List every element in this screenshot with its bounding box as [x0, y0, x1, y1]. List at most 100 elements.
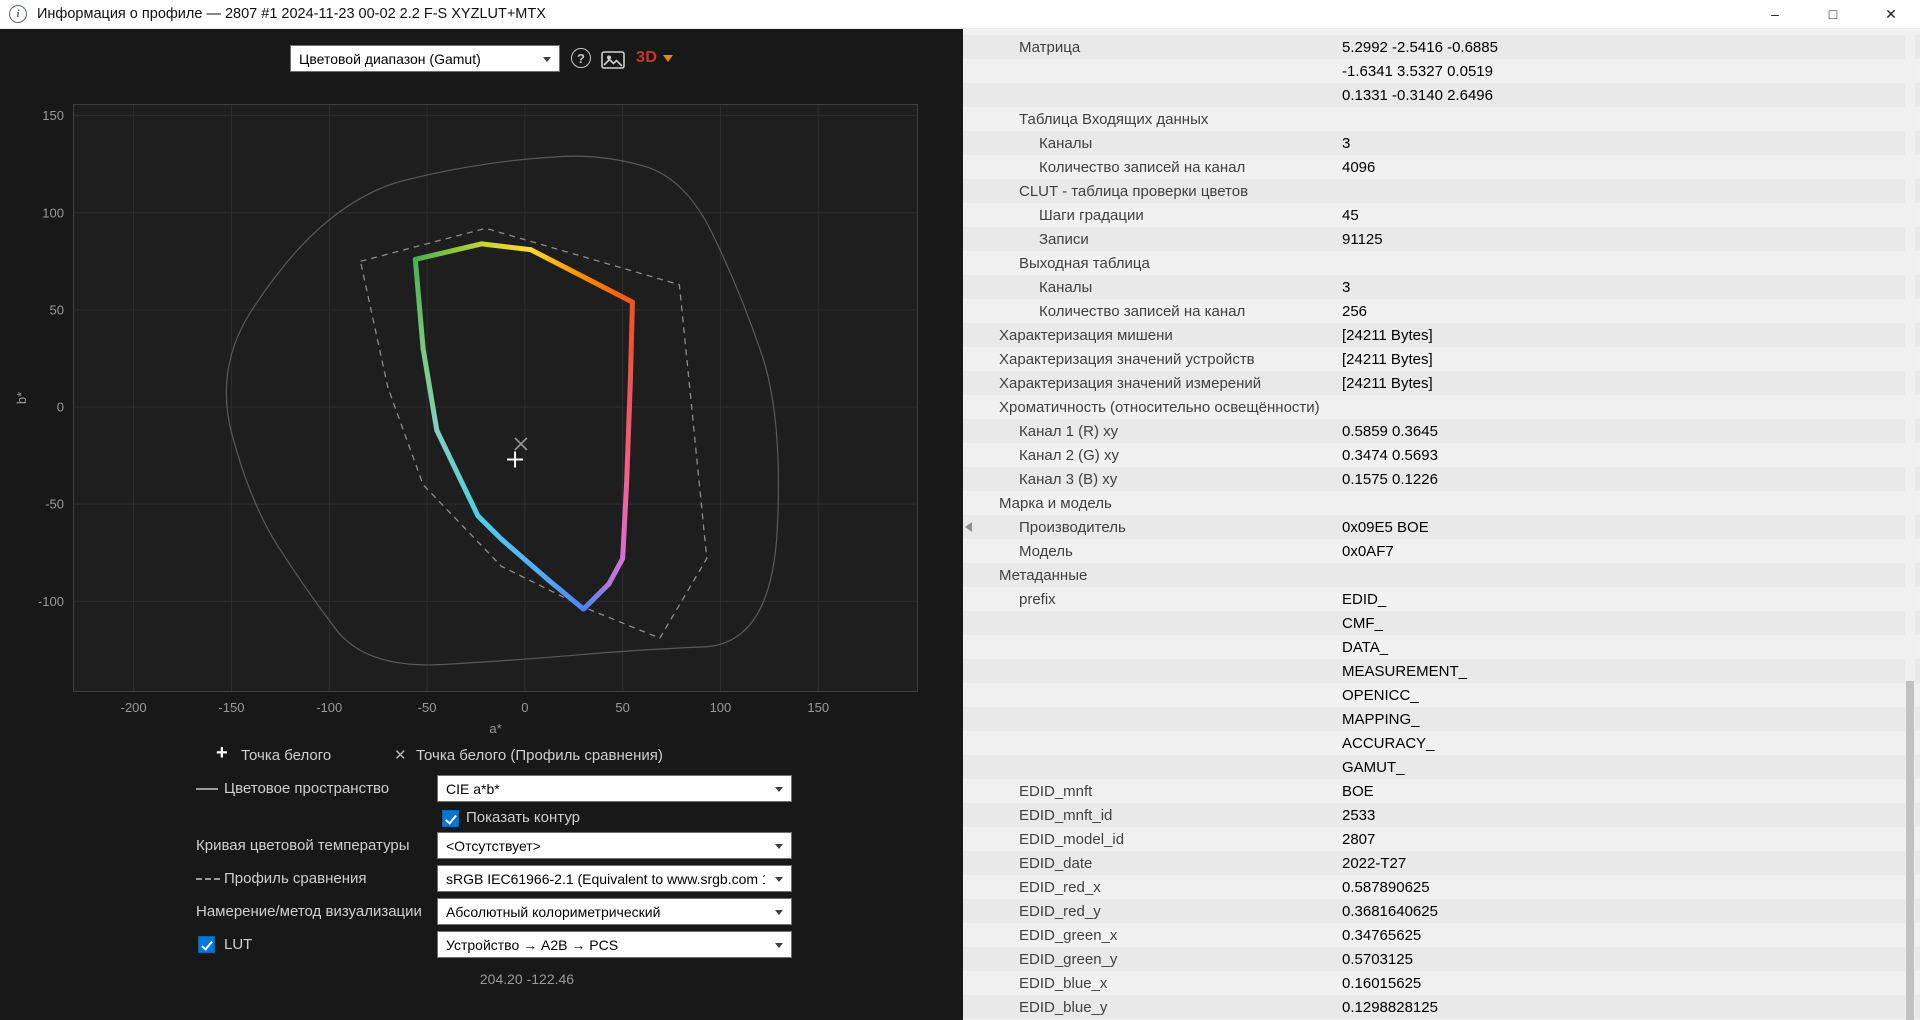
row-value: -1.6341 3.5327 0.0519 — [1342, 63, 1493, 80]
table-row: OPENICC_ — [963, 683, 1920, 707]
row-value: ACCURACY_ — [1342, 735, 1435, 752]
minimize-button[interactable]: – — [1746, 0, 1804, 28]
table-row: Выходная таблица — [963, 251, 1920, 275]
row-label: Характеризация значений устройств — [963, 351, 1342, 368]
svg-text:50: 50 — [615, 700, 629, 715]
3d-label: 3D — [636, 49, 657, 67]
profile-info-table-panel: Матрица5.2992 -2.5416 -0.6885-1.6341 3.5… — [963, 29, 1920, 1020]
profile-info-window: i Информация о профиле — 2807 #1 2024-11… — [0, 0, 1920, 1020]
table-row: EDID_model_id2807 — [963, 827, 1920, 851]
table-row: Записи91125 — [963, 227, 1920, 251]
table-row: EDID_mnftBOE — [963, 779, 1920, 803]
row-value: 45 — [1342, 207, 1359, 224]
table-row: Модель0x0AF7 — [963, 539, 1920, 563]
scrollbar[interactable] — [1905, 29, 1915, 1020]
table-row: DATA_ — [963, 635, 1920, 659]
save-image-icon[interactable] — [601, 51, 625, 69]
svg-text:150: 150 — [42, 108, 64, 123]
row-value: 256 — [1342, 303, 1367, 320]
row-value: 0.3681640625 — [1342, 903, 1438, 920]
table-row: Шаги градации45 — [963, 203, 1920, 227]
row-label: Хроматичность (относительно освещённости… — [963, 399, 1342, 416]
table-row: Каналы3 — [963, 275, 1920, 299]
row-value: 3 — [1342, 135, 1350, 152]
table-row: 0.1331 -0.3140 2.6496 — [963, 83, 1920, 107]
comparison-profile-dropdown[interactable]: sRGB IEC61966-2.1 (Equivalent to www.srg… — [437, 865, 792, 892]
row-label: Каналы — [963, 135, 1342, 152]
close-button[interactable]: ✕ — [1862, 0, 1920, 28]
row-label: Метаданные — [963, 567, 1342, 584]
row-label: Марка и модель — [963, 495, 1342, 512]
row-label: Канал 3 (B) xy — [963, 471, 1342, 488]
svg-text:-150: -150 — [218, 700, 244, 715]
colorspace-dropdown[interactable]: CIE a*b* — [437, 775, 792, 802]
table-row: Характеризация значений устройств[24211 … — [963, 347, 1920, 371]
chevron-down-icon — [775, 844, 783, 849]
3d-view-button[interactable]: 3D — [636, 49, 673, 67]
row-label: Каналы — [963, 279, 1342, 296]
window-title: Информация о профиле — 2807 #1 2024-11-2… — [37, 6, 546, 22]
row-label: EDID_red_x — [963, 879, 1342, 896]
show-outline-checkbox[interactable] — [442, 810, 459, 827]
svg-text:b*: b* — [14, 392, 29, 404]
table-row: Канал 3 (B) xy0.1575 0.1226 — [963, 467, 1920, 491]
row-value: 0.1331 -0.3140 2.6496 — [1342, 87, 1493, 104]
table-row: Метаданные — [963, 563, 1920, 587]
help-icon[interactable]: ? — [571, 48, 591, 68]
chevron-down-icon — [775, 877, 783, 882]
gamut-plot[interactable]: -200-150-100-50050100150150100500-50-100… — [10, 104, 920, 740]
table-row: Количество записей на канал256 — [963, 299, 1920, 323]
view-select-value: Цветовой диапазон (Gamut) — [299, 51, 481, 67]
legend-white-point-comparison: Точка белого (Профиль сравнения) — [416, 746, 663, 766]
row-value: EDID_ — [1342, 591, 1386, 608]
row-value: MEASUREMENT_ — [1342, 663, 1467, 680]
row-value: 3 — [1342, 279, 1350, 296]
rendering-intent-dropdown[interactable]: Абсолютный колориметрический — [437, 898, 792, 925]
row-label: Модель — [963, 543, 1342, 560]
colorspace-value: CIE a*b* — [446, 781, 500, 797]
row-value: DATA_ — [1342, 639, 1388, 656]
table-row: EDID_blue_y0.1298828125 — [963, 995, 1920, 1019]
row-value: OPENICC_ — [1342, 687, 1419, 704]
svg-text:-200: -200 — [121, 700, 147, 715]
gamut-plot-svg[interactable]: -200-150-100-50050100150150100500-50-100… — [10, 104, 920, 740]
row-label: EDID_red_y — [963, 903, 1342, 920]
chevron-down-icon — [543, 57, 551, 62]
table-row: Производитель0x09E5 BOE — [963, 515, 1920, 539]
table-row: Таблица Входящих данных — [963, 107, 1920, 131]
lut-table-dropdown[interactable]: Устройство → A2B → PCS — [437, 931, 792, 958]
table-row: EDID_red_x0.587890625 — [963, 875, 1920, 899]
row-value: [24211 Bytes] — [1342, 375, 1433, 392]
row-label: EDID_green_x — [963, 927, 1342, 944]
row-value: CMF_ — [1342, 615, 1383, 632]
row-label: Характеризация значений измерений — [963, 375, 1342, 392]
profile-info-table: Матрица5.2992 -2.5416 -0.6885-1.6341 3.5… — [963, 29, 1920, 1019]
temperature-curve-dropdown[interactable]: <Отсутствует> — [437, 832, 792, 859]
row-label: Матрица — [963, 39, 1342, 56]
view-select-dropdown[interactable]: Цветовой диапазон (Gamut) — [290, 45, 560, 72]
maximize-button[interactable]: □ — [1804, 0, 1862, 28]
gamut-panel: Цветовой диапазон (Gamut) ? 3D -200-150-… — [0, 29, 963, 1020]
comparison-profile-value: sRGB IEC61966-2.1 (Equivalent to www.srg… — [446, 871, 765, 887]
row-label: Таблица Входящих данных — [963, 111, 1342, 128]
svg-text:100: 100 — [710, 700, 732, 715]
titlebar: i Информация о профиле — 2807 #1 2024-11… — [0, 0, 1920, 29]
svg-text:150: 150 — [807, 700, 829, 715]
table-row: EDID_green_x0.34765625 — [963, 923, 1920, 947]
table-row: EDID_green_y0.5703125 — [963, 947, 1920, 971]
row-label: CLUT - таблица проверки цветов — [963, 183, 1342, 200]
row-value: 0.5703125 — [1342, 951, 1413, 968]
row-value: 2533 — [1342, 807, 1375, 824]
svg-text:100: 100 — [42, 205, 64, 220]
table-row: CLUT - таблица проверки цветов — [963, 179, 1920, 203]
collapse-panel-arrow-icon[interactable] — [965, 522, 972, 532]
table-row: Количество записей на канал4096 — [963, 155, 1920, 179]
lut-checkbox[interactable] — [198, 936, 215, 953]
row-value: 2022-T27 — [1342, 855, 1406, 872]
row-label: Количество записей на канал — [963, 303, 1342, 320]
row-value: 4096 — [1342, 159, 1375, 176]
scrollbar-thumb[interactable] — [1906, 681, 1914, 1020]
table-row: EDID_blue_x0.16015625 — [963, 971, 1920, 995]
table-row: Хроматичность (относительно освещённости… — [963, 395, 1920, 419]
table-row: EDID_red_y0.3681640625 — [963, 899, 1920, 923]
